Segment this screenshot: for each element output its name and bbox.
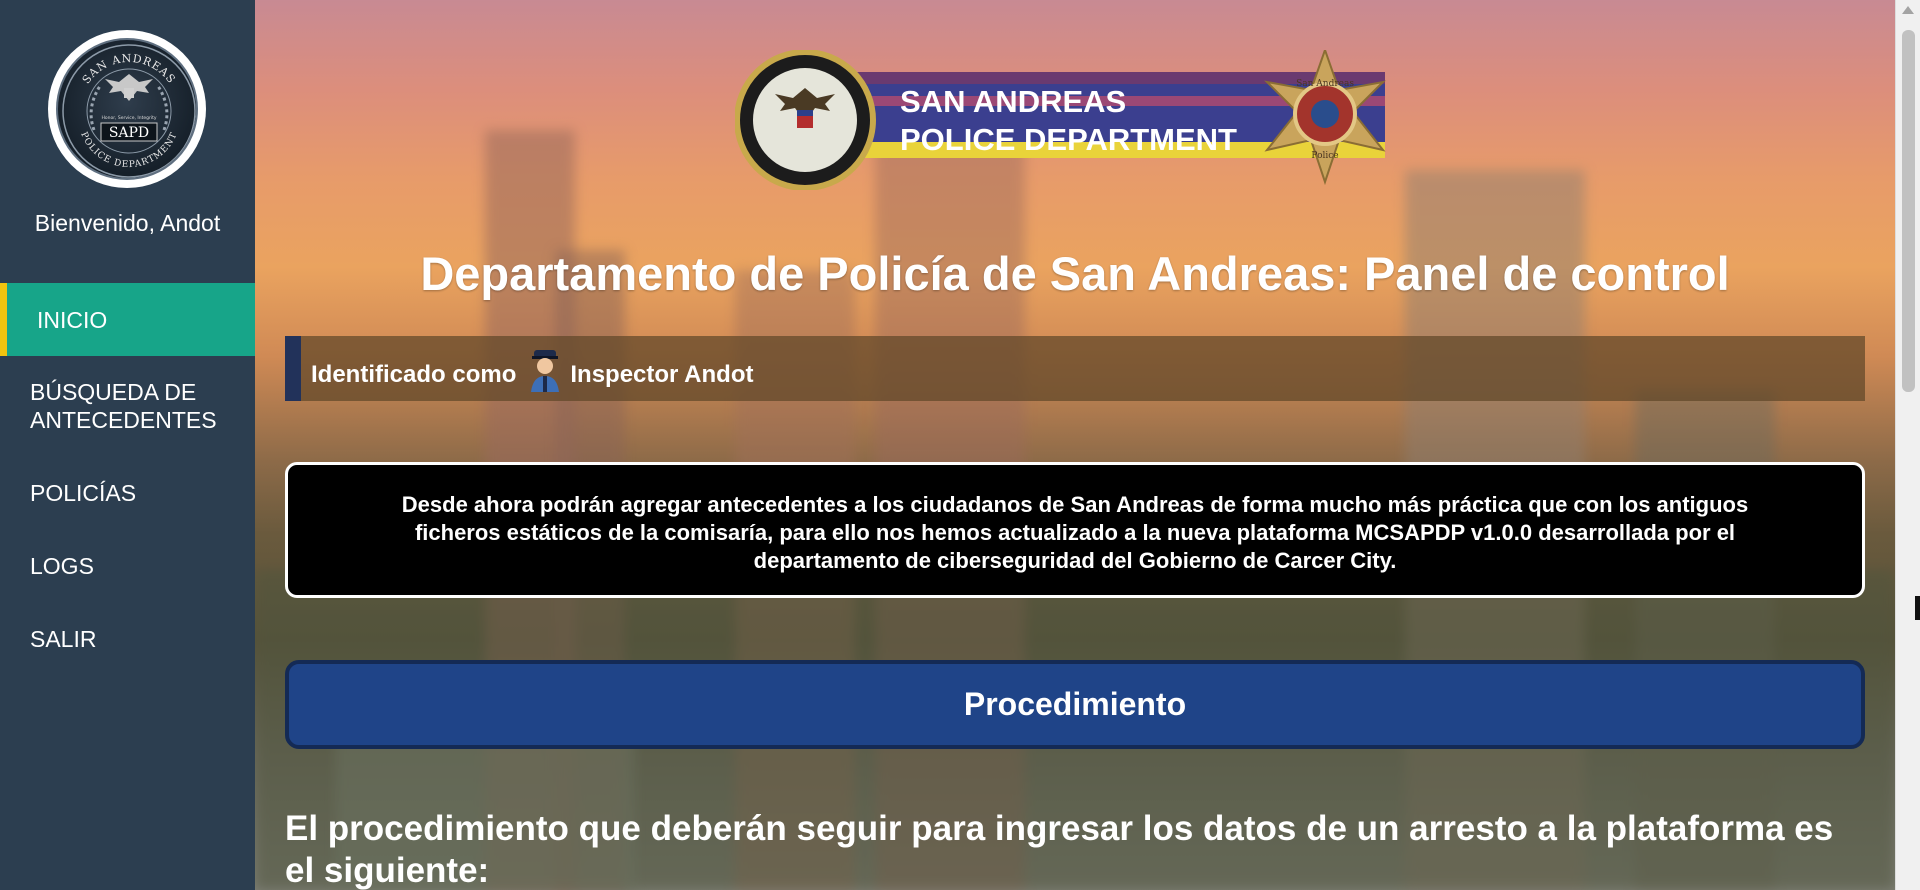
scroll-thumb[interactable] bbox=[1902, 30, 1915, 392]
police-officer-icon bbox=[528, 346, 562, 392]
welcome-text: Bienvenido, Andot bbox=[34, 210, 221, 236]
sidebar-item-label: SALIR bbox=[30, 625, 97, 652]
sidebar-item-label-line2: ANTECEDENTES bbox=[30, 407, 217, 433]
sapd-seal-icon: SAN ANDREAS POLICE DEPARTMENT SAPD Honor… bbox=[62, 44, 196, 178]
badge-bottom-text: Police bbox=[1311, 151, 1338, 161]
sidebar-item-salir[interactable]: SALIR bbox=[0, 602, 255, 675]
procedure-heading: El procedimiento que deberán seguir para… bbox=[285, 809, 1834, 890]
banner-line2: POLICE DEPARTMENT bbox=[900, 122, 1237, 157]
sapd-logo: SAN ANDREAS POLICE DEPARTMENT SAPD Honor… bbox=[48, 30, 206, 188]
sidebar-item-label: POLICÍAS bbox=[30, 479, 137, 506]
sidebar-item-policias[interactable]: POLICÍAS bbox=[0, 456, 255, 529]
mouse-cursor-icon bbox=[1915, 596, 1920, 620]
page-title: Departamento de Policía de San Andreas: … bbox=[420, 247, 1730, 300]
sapd-banner: SAN ANDREAS POLICE DEPARTMENT San Andrea… bbox=[734, 46, 1435, 191]
sidebar-item-label-line1: BÚSQUEDA DE bbox=[30, 379, 197, 405]
notice-box: Desde ahora podrán agregar antecedentes … bbox=[285, 462, 1865, 598]
logo-center-text: SAPD bbox=[109, 125, 149, 141]
procedure-button[interactable]: Procedimiento bbox=[285, 660, 1865, 749]
identity-prefix: Identificado como bbox=[311, 360, 517, 388]
logo-motto: Honor, Service, Integrity bbox=[101, 115, 156, 121]
sidebar: SAN ANDREAS POLICE DEPARTMENT SAPD Honor… bbox=[0, 0, 255, 890]
banner-line1: SAN ANDREAS bbox=[900, 84, 1126, 119]
badge-top-text: San Andreas bbox=[1296, 79, 1354, 89]
sidebar-item-logs[interactable]: LOGS bbox=[0, 529, 255, 602]
main-content: SAN ANDREAS POLICE DEPARTMENT San Andrea… bbox=[255, 0, 1895, 890]
sidebar-item-busqueda-antecedentes[interactable]: BÚSQUEDA DE ANTECEDENTES bbox=[0, 356, 255, 456]
sidebar-item-label: LOGS bbox=[30, 552, 94, 579]
sidebar-nav: INICIO BÚSQUEDA DE ANTECEDENTES POLICÍAS… bbox=[0, 283, 255, 675]
sidebar-item-inicio[interactable]: INICIO bbox=[0, 283, 255, 356]
identity-name: Inspector Andot bbox=[570, 360, 754, 388]
sidebar-item-label: BÚSQUEDA DE ANTECEDENTES bbox=[30, 378, 217, 434]
identity-bar: Identificado como Inspector Andot bbox=[285, 336, 1865, 401]
sidebar-item-label: INICIO bbox=[37, 306, 108, 333]
page-scrollbar[interactable] bbox=[1895, 0, 1920, 890]
scroll-up-arrow-icon[interactable] bbox=[1902, 6, 1914, 14]
